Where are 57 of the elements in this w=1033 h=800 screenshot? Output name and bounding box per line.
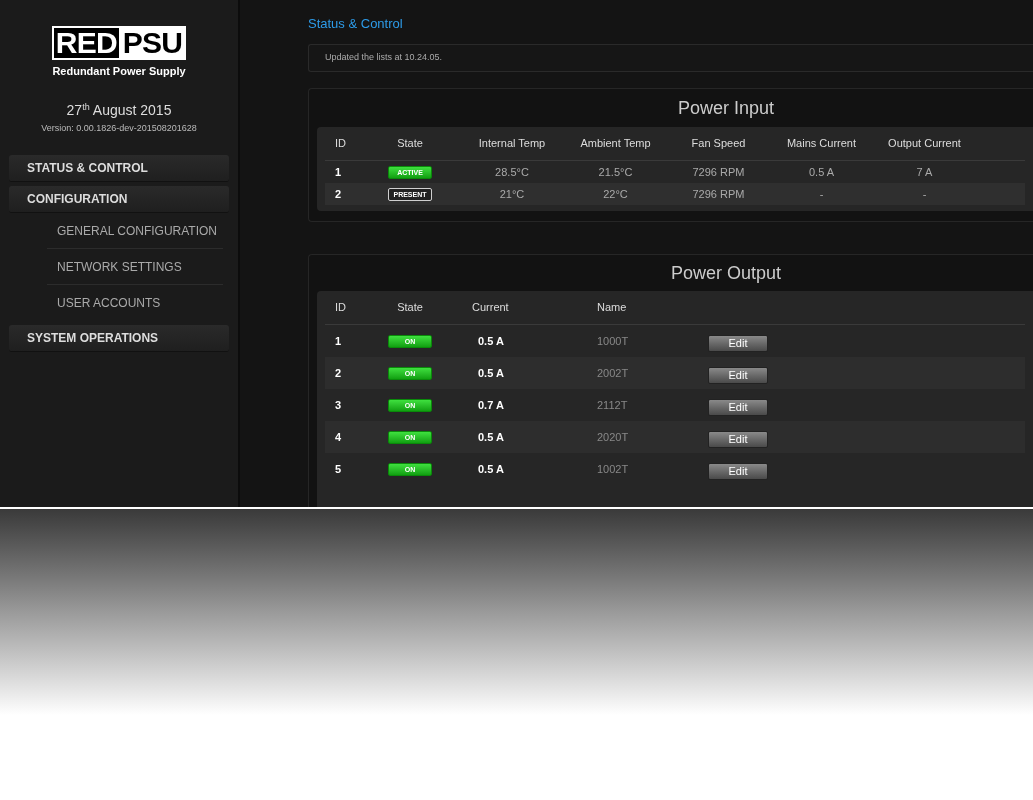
table-cell-text: 2020T	[596, 429, 630, 445]
table-cell-text: 2	[334, 186, 343, 202]
edit-button[interactable]: Edit	[708, 334, 768, 352]
table-cell-text: 28.5°C	[494, 164, 530, 180]
table-cell-text: 1	[334, 164, 343, 180]
table-cell-text: 1000T	[596, 333, 630, 349]
column-header: Internal Temp	[477, 136, 547, 152]
nav-subitem[interactable]: NETWORK SETTINGS	[47, 249, 223, 285]
nav-subitem[interactable]: USER ACCOUNTS	[47, 285, 223, 321]
notice-bar: Updated the lists at 10.24.05.	[308, 44, 1033, 72]
table-cell-text: 1	[334, 333, 343, 349]
column-header: ID	[334, 136, 347, 152]
logo-tagline: Redundant Power Supply	[52, 64, 186, 79]
table-cell-text: 7296 RPM	[691, 186, 746, 202]
table-cell-text: 2112T	[596, 397, 629, 413]
edit-button[interactable]: Edit	[708, 430, 768, 448]
table-cell-text: 1002T	[596, 461, 630, 477]
column-header: Current	[471, 300, 510, 316]
column-header: ID	[334, 300, 347, 316]
nav-section[interactable]: CONFIGURATION	[9, 186, 229, 213]
table-cell-text: 0.5 A	[477, 461, 505, 477]
edit-button[interactable]: Edit	[708, 462, 768, 480]
table-cell-text: -	[818, 186, 825, 202]
edit-button[interactable]: Edit	[708, 366, 768, 384]
table-cell-text: 4	[334, 429, 343, 445]
nav-subitem[interactable]: GENERAL CONFIGURATION	[47, 213, 223, 249]
logo: RED PSU	[51, 26, 187, 60]
table-cell-text: 0.7 A	[477, 397, 505, 413]
table-cell-text: 21.5°C	[597, 164, 634, 180]
panel-title: Power Input	[676, 97, 776, 120]
table-cell-text: 5	[334, 461, 343, 477]
column-header: Output Current	[887, 136, 962, 152]
table-cell-text: -	[921, 186, 928, 202]
panel-title: Power Output	[669, 262, 783, 285]
version-text: Version: 0.00.1826-dev-201508201628	[41, 121, 197, 135]
table-cell-text: 0.5 A	[477, 333, 505, 349]
edit-button[interactable]: Edit	[708, 398, 768, 416]
table-cell-text: 2002T	[596, 365, 630, 381]
column-header: Ambient Temp	[579, 136, 652, 152]
table-cell-text: 7296 RPM	[691, 164, 746, 180]
column-header: State	[396, 300, 424, 316]
column-header: Mains Current	[785, 136, 858, 152]
table-cell-text: 7 A	[915, 164, 934, 180]
nav-section[interactable]: SYSTEM OPERATIONS	[9, 325, 229, 352]
table-cell-text: 2	[334, 365, 343, 381]
nav-section[interactable]: STATUS & CONTROL	[9, 155, 229, 182]
table-cell-text: 0.5 A	[477, 365, 505, 381]
column-header: State	[396, 136, 424, 152]
date-text: 27$^{th}$ August 2015	[66, 100, 172, 120]
column-header: Name	[596, 300, 628, 316]
page-title: Status & Control	[308, 15, 404, 32]
table-cell-text: 0.5 A	[477, 429, 505, 445]
table-cell-text: 0.5 A	[807, 164, 836, 180]
table-cell-text: 21°C	[498, 186, 526, 202]
table-cell-text: 3	[334, 397, 343, 413]
column-header: Fan Speed	[690, 136, 747, 152]
table-cell-text: 22°C	[602, 186, 629, 202]
